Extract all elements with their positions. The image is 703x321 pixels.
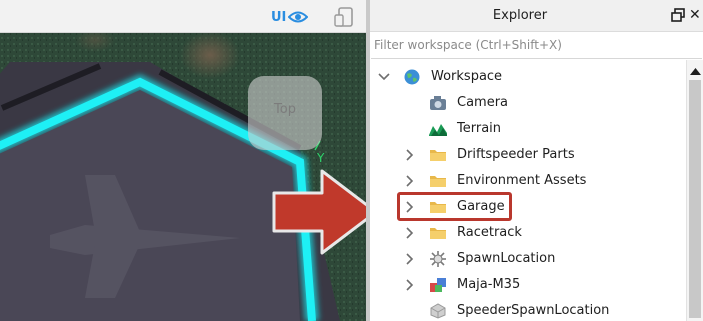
tree-item-label: Terrain (457, 121, 502, 136)
part-icon (430, 303, 446, 319)
viewport-toolbar: UI (0, 0, 366, 33)
chevron-right-icon[interactable] (403, 226, 415, 240)
spawn-icon (430, 251, 446, 267)
tree-item-label: Environment Assets (457, 173, 587, 188)
tree-item-environment-assets[interactable]: Environment Assets (370, 168, 686, 194)
view-cube-label: Top (274, 102, 296, 117)
close-icon[interactable]: ✕ (689, 6, 703, 24)
explorer-title: Explorer (492, 8, 548, 23)
scrollbar-thumb[interactable] (689, 80, 701, 318)
tree-item-label: Workspace (431, 69, 503, 84)
explorer-tree: Workspace Camera Terrain Driftspeeder Pa… (370, 60, 686, 321)
chevron-right-icon[interactable] (403, 148, 415, 162)
explorer-scrollbar[interactable] (686, 60, 703, 321)
filter-workspace-input[interactable]: Filter workspace (Ctrl+Shift+X) (371, 33, 702, 59)
chevron-right-icon[interactable] (403, 252, 415, 266)
explorer-panel: Explorer ✕ Filter workspace (Ctrl+Shift+… (370, 0, 703, 321)
tree-item-workspace[interactable]: Workspace (370, 64, 686, 90)
chevron-right-icon[interactable] (403, 174, 415, 188)
undock-icon[interactable] (671, 7, 685, 23)
chevron-right-icon[interactable] (403, 278, 415, 292)
3d-viewport[interactable]: Y Top UI (0, 0, 366, 321)
tree-item-label: Racetrack (457, 225, 522, 240)
folder-icon (430, 176, 446, 187)
device-emulator-icon[interactable] (334, 6, 356, 28)
tree-item-label: Driftspeeder Parts (457, 147, 575, 162)
tree-item-racetrack[interactable]: Racetrack (370, 220, 686, 246)
tree-item-label: Camera (457, 95, 509, 110)
tree-item-speederspawnlocation[interactable]: SpeederSpawnLocation (370, 298, 686, 321)
tree-item-label: Maja-M35 (457, 277, 521, 292)
tree-item-terrain[interactable]: Terrain (370, 116, 686, 142)
tree-item-label: SpeederSpawnLocation (457, 303, 610, 318)
axis-y-label: Y (316, 151, 325, 165)
ui-visibility-toggle[interactable]: UI (271, 7, 309, 27)
view-cube[interactable]: Top (248, 76, 322, 150)
globe-icon (404, 69, 420, 85)
tree-item-maja-m35[interactable]: Maja-M35 (370, 272, 686, 298)
model-icon (430, 278, 446, 292)
viewport-scene: Y (0, 0, 366, 321)
camera-icon (430, 96, 446, 110)
explorer-titlebar: Explorer ✕ (370, 0, 703, 32)
eye-icon (288, 11, 309, 23)
folder-icon (430, 228, 446, 239)
chevron-down-icon[interactable] (378, 70, 390, 84)
garage-highlight-box (397, 192, 512, 221)
tree-item-driftspeeder-parts[interactable]: Driftspeeder Parts (370, 142, 686, 168)
scroll-up-icon[interactable] (687, 64, 703, 78)
terrain-icon (429, 124, 447, 136)
tree-item-spawnlocation[interactable]: SpawnLocation (370, 246, 686, 272)
tree-item-camera[interactable]: Camera (370, 90, 686, 116)
folder-icon (430, 150, 446, 161)
ui-toggle-label: UI (271, 9, 287, 25)
red-arrow-annotation (272, 169, 366, 255)
tree-item-label: SpawnLocation (457, 251, 556, 266)
